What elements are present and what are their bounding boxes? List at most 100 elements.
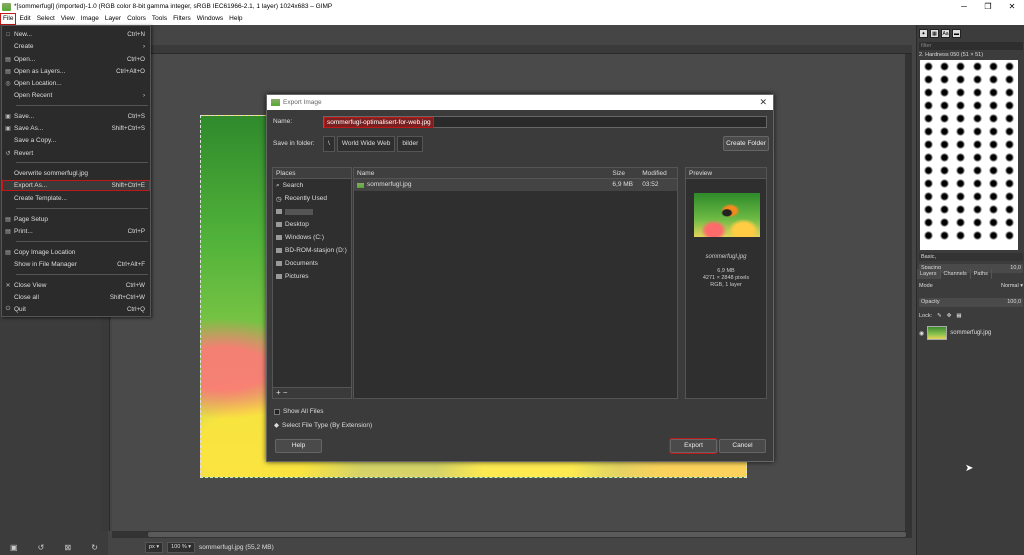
menu-item-save-as[interactable]: ▣ Save As... Shift+Ctrl+S: [2, 123, 150, 134]
place-windows-c[interactable]: Windows (C:): [273, 231, 351, 244]
menu-item-new[interactable]: □ New... Ctrl+N: [2, 29, 150, 40]
export-image-dialog: Export Image ✕ Name: sommerfugl-optimali…: [266, 94, 774, 462]
menu-item-open-location[interactable]: ◎ Open Location...: [2, 78, 150, 89]
save-tool-preset-icon[interactable]: ▣: [10, 543, 18, 552]
place-recently-used[interactable]: ◷ Recently Used: [273, 192, 351, 205]
preview-panel: Preview sommerfugl.jpg 6,9 MB 4271 × 284…: [685, 167, 767, 399]
brush-filter-input[interactable]: filter: [919, 42, 1023, 50]
menu-item-create[interactable]: Create ›: [2, 41, 150, 52]
lock-pixels-icon[interactable]: ✎: [937, 313, 942, 319]
menu-view[interactable]: View: [58, 13, 78, 25]
menu-item-close-view[interactable]: ✕ Close View Ctrl+W: [2, 280, 150, 291]
menu-item-copy-location[interactable]: ▤ Copy Image Location: [2, 247, 150, 258]
filename-value[interactable]: sommerfugl-optimalisert-for-web.jpg: [324, 117, 434, 128]
unit-selector[interactable]: px ▾: [145, 542, 164, 553]
preview-header: Preview: [686, 168, 766, 179]
menu-item-export-as[interactable]: Export As... Shift+Ctrl+E: [2, 180, 150, 191]
menu-windows[interactable]: Windows: [194, 13, 226, 25]
tab-layers[interactable]: Layers: [917, 269, 941, 279]
menu-item-revert[interactable]: ↺ Revert: [2, 148, 150, 159]
horizontal-scrollbar[interactable]: [112, 531, 912, 538]
menu-item-overwrite[interactable]: Overwrite sommerfugl.jpg: [2, 168, 150, 179]
brushes-tab-icon[interactable]: ✦: [919, 29, 928, 38]
menubar: File Edit Select View Image Layer Colors…: [0, 13, 1024, 25]
zoom-selector[interactable]: 100 % ▾: [167, 542, 195, 553]
globe-icon: ◎: [5, 81, 11, 87]
show-all-files-checkbox[interactable]: Show All Files: [274, 408, 323, 415]
vertical-scrollbar[interactable]: [905, 54, 912, 531]
menu-item-open-recent[interactable]: Open Recent ›: [2, 90, 150, 101]
minimize-button[interactable]: ─: [952, 0, 976, 13]
file-list-header: Name Size Modified: [354, 168, 677, 179]
filename-input[interactable]: sommerfugl-optimalisert-for-web.jpg: [323, 116, 767, 128]
menu-colors[interactable]: Colors: [124, 13, 149, 25]
brush-grid[interactable]: [920, 60, 1018, 250]
menu-item-save[interactable]: ▣ Save... Ctrl+S: [2, 111, 150, 122]
places-header: Places: [273, 168, 351, 179]
column-modified[interactable]: Modified: [642, 168, 677, 178]
menu-item-quit[interactable]: ⏻ Quit Ctrl+Q: [2, 304, 150, 315]
copy-icon: ▤: [5, 250, 11, 256]
menu-item-print[interactable]: ▤ Print... Ctrl+P: [2, 226, 150, 237]
opacity-slider[interactable]: Opacity 100,0: [919, 298, 1023, 307]
file-row[interactable]: sommerfugl.jpg 6,9 MB 03:52: [354, 179, 677, 191]
right-dock: ✦ ▦ Aa ▬ filter 2. Hardness 050 (51 × 51…: [916, 25, 1024, 555]
menu-image[interactable]: Image: [78, 13, 102, 25]
menu-select[interactable]: Select: [34, 13, 58, 25]
layer-name: sommerfugl.jpg: [950, 330, 992, 336]
window-titlebar: *[sommerfugl] (imported)-1.0 (RGB color …: [0, 0, 1024, 13]
menu-item-open-as-layers[interactable]: ▤ Open as Layers... Ctrl+Alt+O: [2, 66, 150, 77]
path-root-button[interactable]: \: [323, 136, 335, 152]
visibility-eye-icon[interactable]: ◉: [919, 330, 924, 337]
mode-select[interactable]: Normal ▾: [1001, 283, 1023, 289]
menu-filters[interactable]: Filters: [170, 13, 194, 25]
lock-row: Lock: ✎ ✥ ▦: [919, 313, 962, 319]
restore-icon[interactable]: ↺: [38, 543, 45, 552]
menu-item-open[interactable]: ▤ Open... Ctrl+O: [2, 54, 150, 65]
export-button[interactable]: Export: [669, 438, 718, 454]
place-pictures[interactable]: Pictures: [273, 270, 351, 283]
place-bd-rom[interactable]: BD-ROM-stasjon (D:): [273, 244, 351, 257]
lock-alpha-icon[interactable]: ▦: [956, 313, 961, 319]
close-window-button[interactable]: ✕: [1000, 0, 1024, 13]
help-button[interactable]: Help: [275, 439, 322, 453]
place-documents[interactable]: Documents: [273, 257, 351, 270]
maximize-button[interactable]: ❐: [976, 0, 1000, 13]
place-search[interactable]: ⌕ Search: [273, 179, 351, 192]
menu-tools[interactable]: Tools: [149, 13, 170, 25]
place-desktop[interactable]: Desktop: [273, 218, 351, 231]
column-name[interactable]: Name: [354, 168, 612, 178]
menu-item-show-in-file-manager[interactable]: Show in File Manager Ctrl+Alt+F: [2, 259, 150, 270]
menu-layer[interactable]: Layer: [102, 13, 124, 25]
menu-item-save-copy[interactable]: Save a Copy...: [2, 135, 150, 146]
fonts-tab-icon[interactable]: Aa: [941, 29, 950, 38]
brush-preset-select[interactable]: Basic,: [919, 253, 1023, 261]
folder-icon: [276, 261, 282, 266]
add-remove-bookmark-buttons[interactable]: + −: [273, 387, 351, 398]
select-file-type-expander[interactable]: ◆ Select File Type (By Extension): [274, 421, 372, 430]
cancel-button[interactable]: Cancel: [719, 439, 766, 453]
menu-item-page-setup[interactable]: ▤ Page Setup: [2, 214, 150, 225]
patterns-tab-icon[interactable]: ▦: [930, 29, 939, 38]
lock-position-icon[interactable]: ✥: [947, 313, 952, 319]
place-user-home[interactable]: [273, 205, 351, 218]
path-world-wide-web-button[interactable]: World Wide Web: [336, 136, 396, 152]
menu-file[interactable]: File: [0, 13, 17, 25]
layer-row[interactable]: ◉ sommerfugl.jpg: [919, 325, 1023, 341]
menu-help[interactable]: Help: [226, 13, 245, 25]
image-file-icon: [357, 182, 364, 188]
menu-item-create-template[interactable]: Create Template...: [2, 193, 150, 204]
reset-icon[interactable]: ↻: [91, 543, 98, 552]
tab-paths[interactable]: Paths: [971, 269, 992, 279]
path-bilder-button[interactable]: bilder: [397, 136, 424, 152]
create-folder-button[interactable]: Create Folder: [723, 136, 769, 151]
delete-icon[interactable]: ⊠: [64, 543, 71, 552]
preview-thumbnail: [694, 193, 760, 237]
column-size[interactable]: Size: [612, 168, 642, 178]
open-layers-icon: ▤: [5, 69, 11, 75]
gradients-tab-icon[interactable]: ▬: [952, 29, 961, 38]
dialog-close-icon[interactable]: ✕: [759, 97, 767, 108]
menu-item-close-all[interactable]: Close all Shift+Ctrl+W: [2, 292, 150, 303]
tab-channels[interactable]: Channels: [941, 269, 971, 279]
menu-edit[interactable]: Edit: [16, 13, 33, 25]
